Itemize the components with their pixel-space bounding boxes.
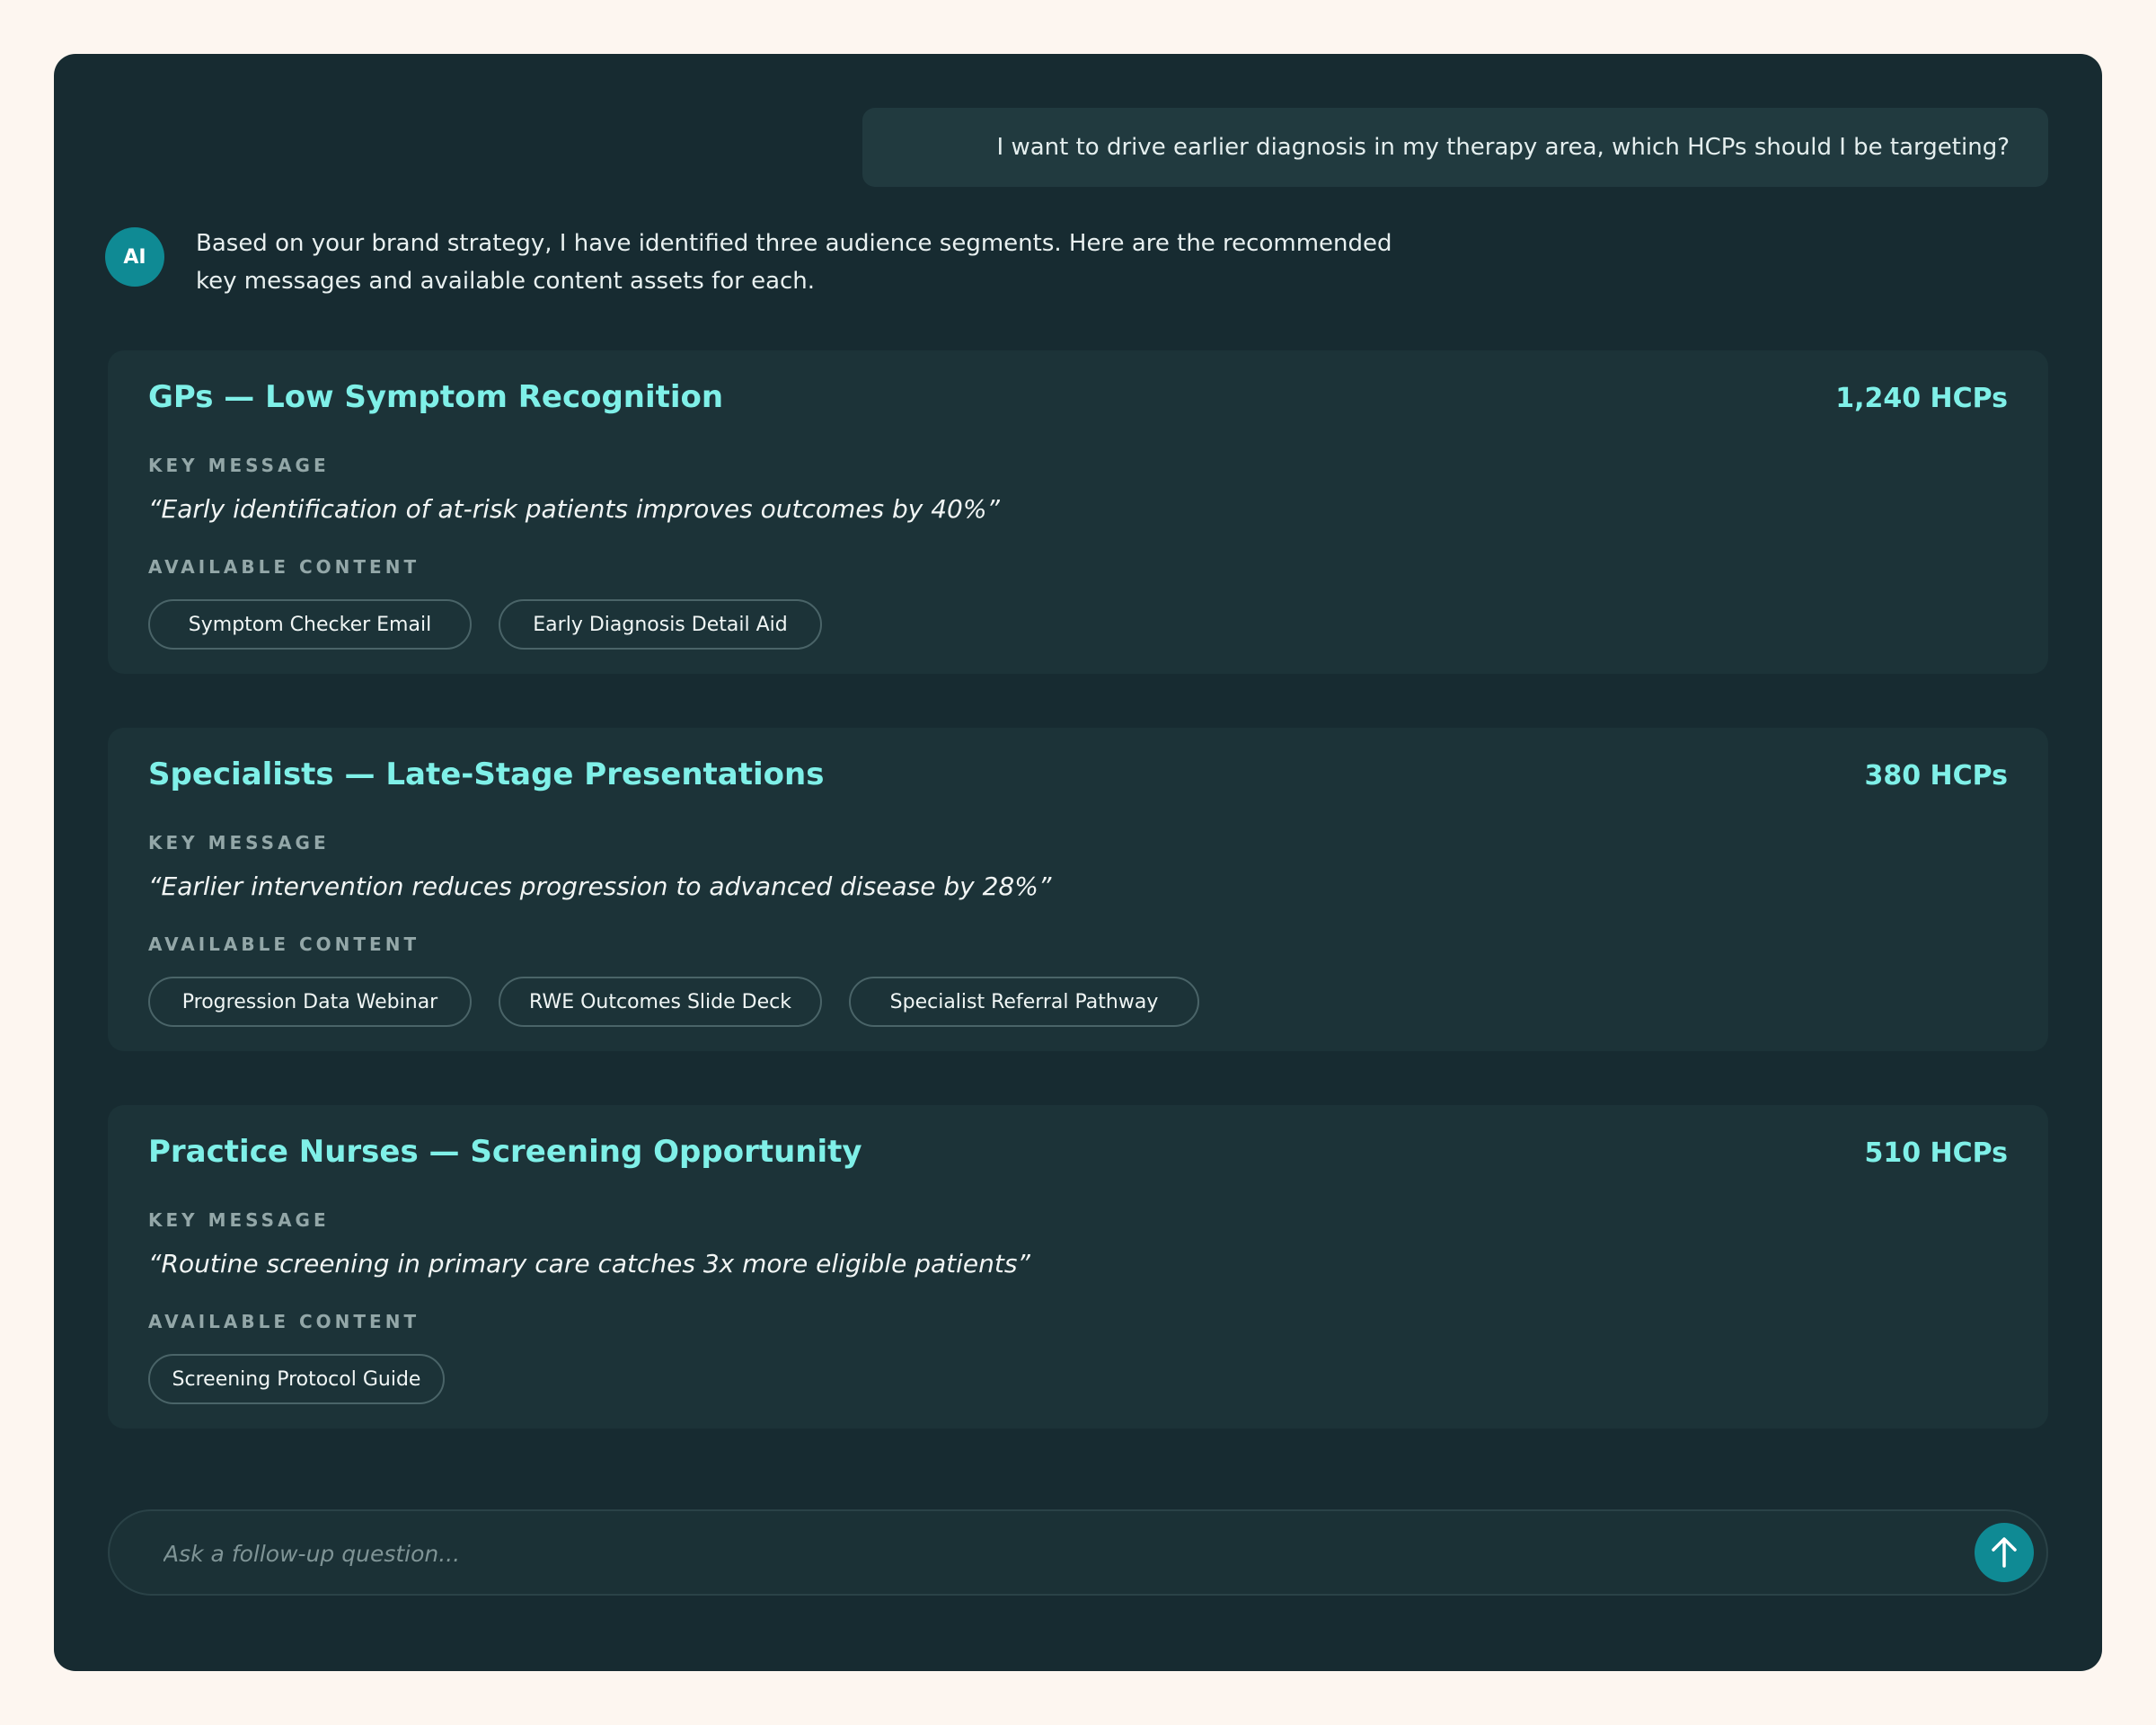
arrow-up-icon <box>1992 1537 2017 1568</box>
content-chip[interactable]: RWE Outcomes Slide Deck <box>499 977 822 1027</box>
segment-title: Specialists — Late-Stage Presentations <box>148 756 825 792</box>
user-message-text: I want to drive earlier diagnosis in my … <box>996 134 2010 161</box>
segment-card: Practice Nurses — Screening Opportunity … <box>108 1105 2048 1429</box>
key-message-text: “Earlier intervention reduces progressio… <box>148 871 1052 901</box>
send-button[interactable] <box>1975 1523 2034 1582</box>
segment-hcp-count: 380 HCPs <box>1864 760 2008 792</box>
content-chip-list: Screening Protocol Guide <box>148 1354 472 1404</box>
segment-title: GPs — Low Symptom Recognition <box>148 379 724 415</box>
ai-avatar: AI <box>105 227 164 287</box>
user-message-bubble: I want to drive earlier diagnosis in my … <box>862 108 2048 187</box>
content-chip-list: Symptom Checker Email Early Diagnosis De… <box>148 599 849 650</box>
follow-up-input[interactable] <box>162 1511 1926 1596</box>
content-chip[interactable]: Specialist Referral Pathway <box>849 977 1199 1027</box>
segment-title: Practice Nurses — Screening Opportunity <box>148 1134 862 1170</box>
content-chip[interactable]: Screening Protocol Guide <box>148 1354 445 1404</box>
content-chip[interactable]: Early Diagnosis Detail Aid <box>499 599 822 650</box>
key-message-text: “Early identification of at-risk patient… <box>148 494 1000 524</box>
segment-hcp-count: 1,240 HCPs <box>1835 383 2008 414</box>
segment-card: Specialists — Late-Stage Presentations 3… <box>108 728 2048 1051</box>
key-message-label: KEY MESSAGE <box>148 1209 330 1231</box>
segment-card: GPs — Low Symptom Recognition 1,240 HCPs… <box>108 350 2048 674</box>
key-message-label: KEY MESSAGE <box>148 455 330 476</box>
content-chip[interactable]: Progression Data Webinar <box>148 977 472 1027</box>
chat-panel: I want to drive earlier diagnosis in my … <box>54 54 2102 1671</box>
available-content-label: AVAILABLE CONTENT <box>148 1311 420 1332</box>
key-message-label: KEY MESSAGE <box>148 832 330 854</box>
segment-hcp-count: 510 HCPs <box>1864 1137 2008 1169</box>
key-message-text: “Routine screening in primary care catch… <box>148 1249 1030 1278</box>
ai-avatar-label: AI <box>123 245 146 269</box>
follow-up-composer <box>108 1509 2048 1596</box>
ai-message-text: Based on your brand strategy, I have ide… <box>196 230 1392 295</box>
available-content-label: AVAILABLE CONTENT <box>148 556 420 578</box>
content-chip[interactable]: Symptom Checker Email <box>148 599 472 650</box>
content-chip-list: Progression Data Webinar RWE Outcomes Sl… <box>148 977 1226 1027</box>
available-content-label: AVAILABLE CONTENT <box>148 933 420 955</box>
